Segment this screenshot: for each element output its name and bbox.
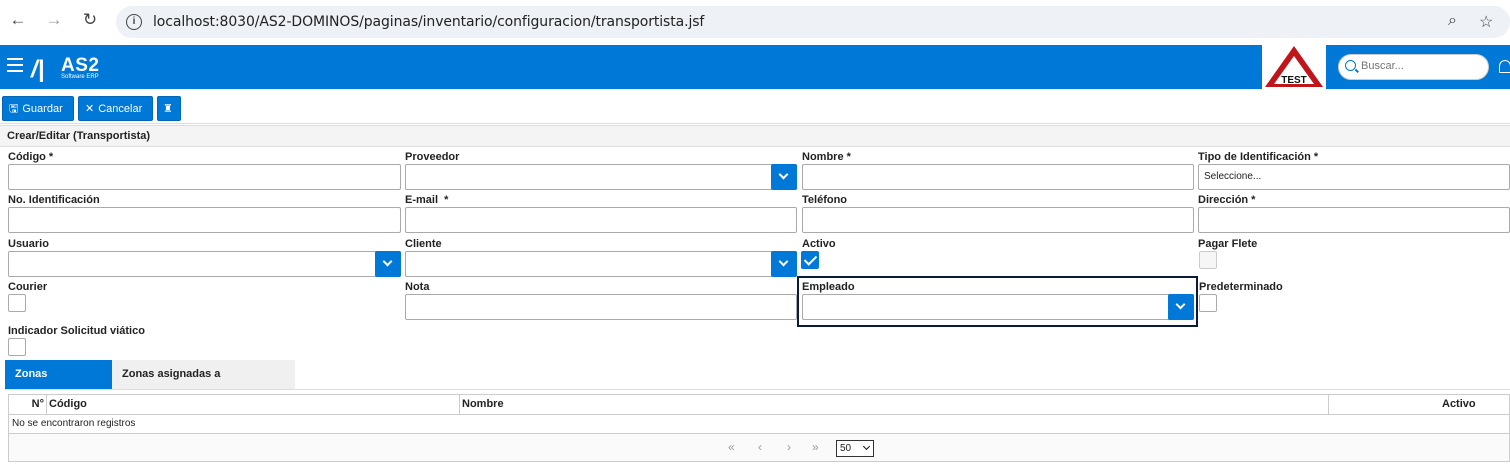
hamburger-menu-icon[interactable] bbox=[7, 58, 23, 72]
browser-toolbar: ← → ↻ i localhost:8030/AS2-DOMINOS/pagin… bbox=[0, 0, 1510, 45]
telefono-label: Teléfono bbox=[802, 194, 848, 206]
codigo-label: Código * bbox=[8, 151, 54, 163]
cliente-dropdown[interactable] bbox=[405, 251, 797, 277]
nota-label: Nota bbox=[405, 281, 430, 293]
telefono-field[interactable] bbox=[802, 207, 1194, 233]
chevron-down-icon bbox=[862, 442, 871, 451]
indicador-solicitud-label: Indicador Solicitud viático bbox=[8, 325, 145, 337]
pagar-flete-label: Pagar Flete bbox=[1198, 238, 1258, 250]
user-icon: ♜ bbox=[163, 103, 173, 115]
tab-zonas-asignadas[interactable]: Zonas Asignadas bbox=[5, 360, 112, 409]
url-text[interactable]: localhost:8030/AS2-DOMINOS/paginas/inven… bbox=[153, 14, 704, 30]
reload-icon[interactable]: ↻ bbox=[80, 10, 100, 30]
last-page-icon[interactable]: » bbox=[812, 440, 819, 454]
predeterminado-checkbox[interactable] bbox=[1199, 294, 1217, 312]
site-info-icon[interactable]: i bbox=[126, 14, 142, 30]
dropdown-button[interactable] bbox=[771, 251, 797, 277]
direccion-label: Dirección * bbox=[1198, 194, 1256, 206]
dropdown-button[interactable] bbox=[1168, 294, 1194, 320]
search-icon bbox=[1345, 60, 1356, 71]
tipo-identificacion-label: Tipo de Identificación * bbox=[1198, 151, 1319, 163]
proveedor-label: Proveedor bbox=[405, 151, 460, 163]
action-toolbar: 🖫 Guardar ✕ Cancelar ♜ bbox=[0, 95, 1510, 123]
no-identificacion-field[interactable] bbox=[8, 207, 401, 233]
table-header: N° Código Nombre Activo bbox=[8, 394, 1510, 415]
empty-message: No se encontraron registros bbox=[8, 415, 1510, 434]
address-bar[interactable]: i localhost:8030/AS2-DOMINOS/paginas/inv… bbox=[116, 6, 1510, 38]
column-header-no[interactable]: N° bbox=[9, 395, 47, 414]
test-environment-badge: TEST bbox=[1262, 45, 1326, 89]
nombre-label: Nombre * bbox=[802, 151, 851, 163]
email-label: E-mail * bbox=[405, 194, 449, 206]
codigo-field[interactable] bbox=[8, 164, 401, 190]
activo-label: Activo bbox=[802, 238, 836, 250]
divider bbox=[5, 389, 1510, 390]
search-box[interactable] bbox=[1338, 54, 1489, 80]
chevron-down-icon bbox=[778, 169, 789, 180]
save-label: Guardar bbox=[22, 103, 63, 115]
column-header-codigo[interactable]: Código bbox=[47, 395, 460, 414]
tab-zonas-asignadas-transportista[interactable]: Zonas asignadas a Transportista bbox=[112, 360, 295, 409]
logo-mark: /| bbox=[31, 56, 45, 83]
tipo-identificacion-select[interactable]: Seleccione... bbox=[1198, 164, 1510, 190]
chevron-down-icon bbox=[778, 256, 789, 267]
page-size-select[interactable]: 50 bbox=[836, 440, 874, 457]
predeterminado-label: Predeterminado bbox=[1199, 281, 1283, 293]
close-icon: ✕ bbox=[85, 103, 95, 115]
usuario-label: Usuario bbox=[8, 238, 49, 250]
back-arrow-icon[interactable]: ← bbox=[8, 10, 28, 30]
courier-label: Courier bbox=[8, 281, 48, 293]
pagar-flete-checkbox[interactable] bbox=[1199, 251, 1217, 269]
nota-field[interactable] bbox=[405, 294, 797, 320]
column-header-nombre[interactable]: Nombre bbox=[460, 395, 1329, 414]
direccion-field[interactable] bbox=[1198, 207, 1510, 233]
prev-page-icon[interactable]: ‹ bbox=[758, 440, 762, 454]
divider bbox=[0, 123, 1510, 124]
cancel-button[interactable]: ✕ Cancelar bbox=[78, 96, 153, 121]
first-page-icon[interactable]: « bbox=[728, 440, 735, 454]
empleado-label: Empleado bbox=[802, 281, 855, 293]
empleado-dropdown[interactable] bbox=[802, 294, 1194, 320]
zoom-icon[interactable]: ⌕ bbox=[1448, 12, 1457, 30]
save-icon: 🖫 bbox=[9, 103, 19, 115]
usuario-dropdown[interactable] bbox=[8, 251, 401, 277]
cancel-label: Cancelar bbox=[98, 103, 143, 115]
courier-checkbox[interactable] bbox=[8, 294, 26, 312]
paginator: « ‹ › » 50 bbox=[8, 434, 1510, 462]
panel-title: Crear/Editar (Transportista) bbox=[0, 125, 1510, 147]
indicador-solicitud-checkbox[interactable] bbox=[8, 338, 26, 356]
bell-icon[interactable] bbox=[1499, 60, 1510, 73]
logo-subtitle: Software ERP bbox=[61, 74, 99, 80]
nombre-field[interactable] bbox=[802, 164, 1194, 190]
save-button[interactable]: 🖫 Guardar bbox=[2, 96, 74, 121]
email-field[interactable] bbox=[405, 207, 797, 233]
extra-action-button[interactable]: ♜ bbox=[157, 96, 181, 121]
column-header-activo[interactable]: Activo bbox=[1329, 395, 1509, 414]
next-page-icon[interactable]: › bbox=[787, 440, 791, 454]
no-identificacion-label: No. Identificación bbox=[8, 194, 100, 206]
test-label: TEST bbox=[1281, 75, 1307, 86]
chevron-down-icon bbox=[382, 256, 393, 267]
chevron-down-icon bbox=[1175, 299, 1186, 310]
forward-arrow-icon[interactable]: → bbox=[44, 10, 64, 30]
page-size-value: 50 bbox=[840, 443, 852, 454]
activo-checkbox[interactable] bbox=[801, 251, 819, 269]
dropdown-button[interactable] bbox=[771, 164, 797, 190]
proveedor-dropdown[interactable] bbox=[405, 164, 797, 190]
dropdown-button[interactable] bbox=[375, 251, 401, 277]
cliente-label: Cliente bbox=[405, 238, 442, 250]
bookmark-star-icon[interactable]: ☆ bbox=[1479, 12, 1493, 32]
search-input[interactable] bbox=[1361, 60, 1481, 72]
brand-logo: /| AS2 Software ERP bbox=[31, 53, 121, 83]
